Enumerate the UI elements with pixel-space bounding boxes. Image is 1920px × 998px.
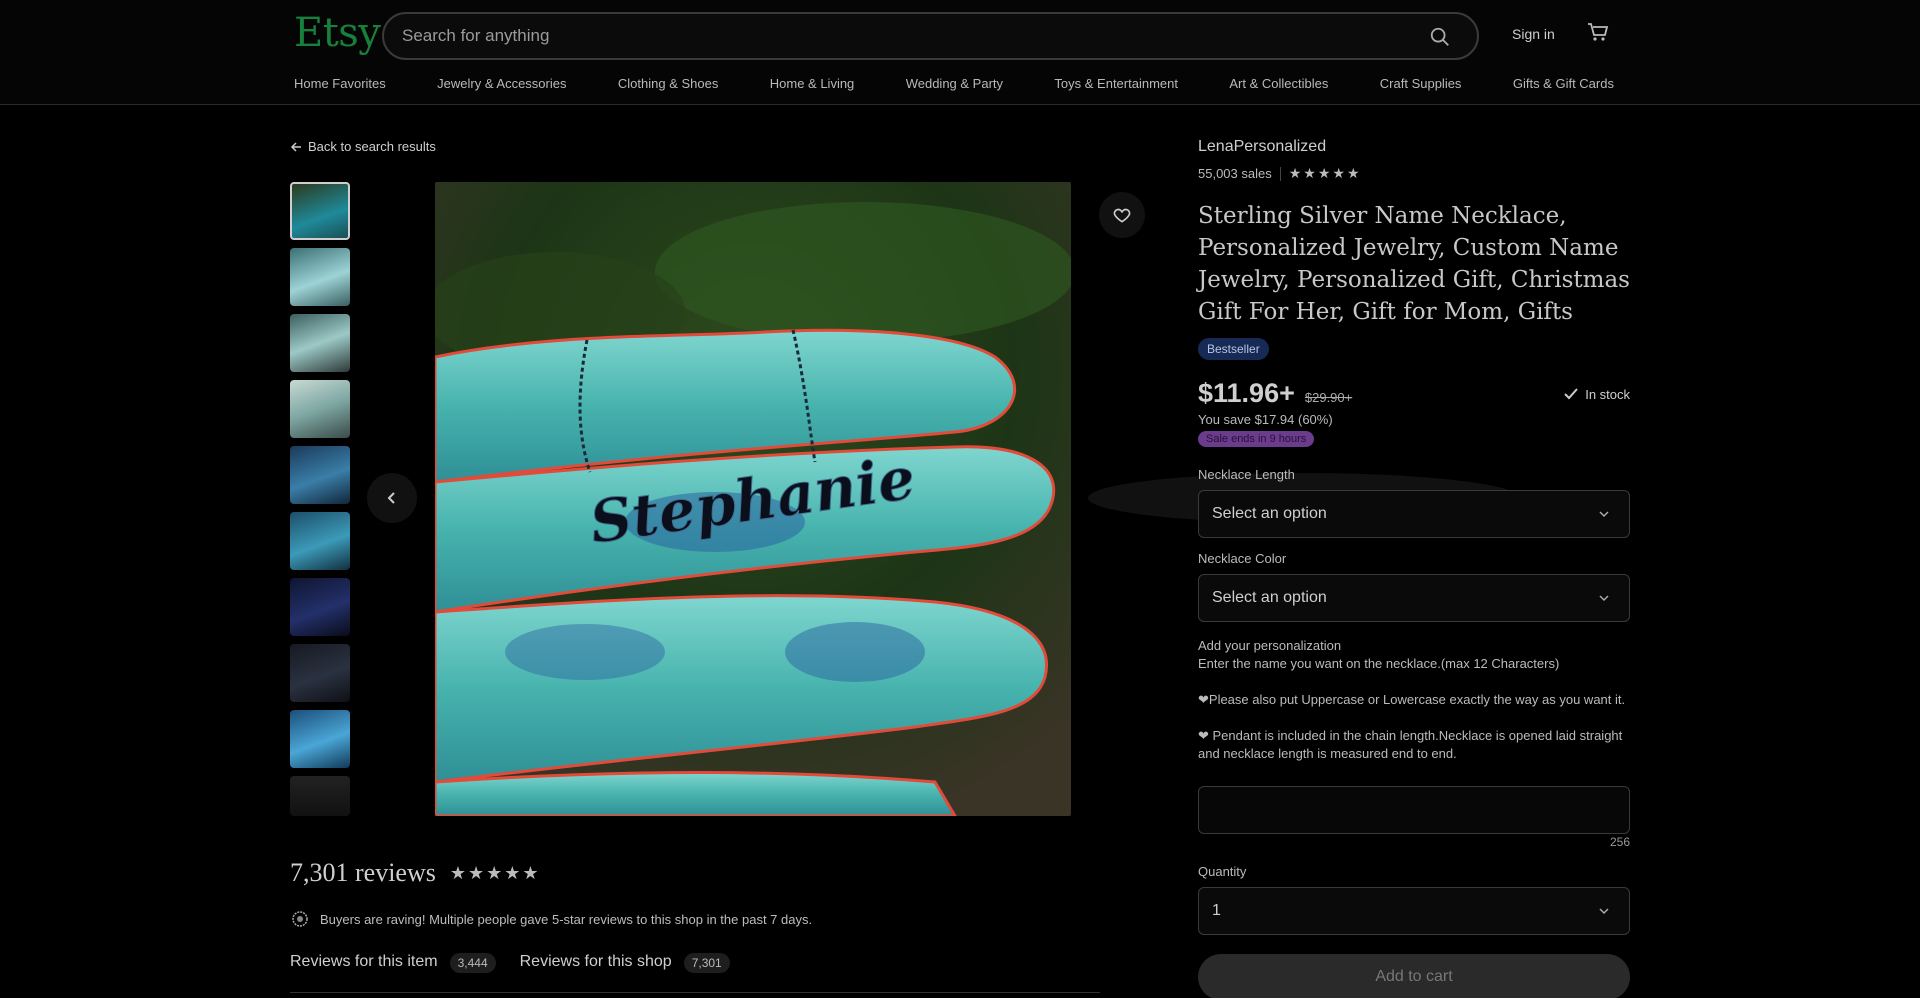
quantity-label: Quantity <box>1198 864 1247 879</box>
shop-sales: 55,003 sales ★★★★★ <box>1198 165 1362 182</box>
chevron-down-icon <box>1599 908 1609 915</box>
nav-home-favorites[interactable]: Home Favorites <box>294 76 386 96</box>
bestseller-badge: Bestseller <box>1198 338 1269 360</box>
tab-reviews-item-count: 3,444 <box>449 953 496 973</box>
stock-text: In stock <box>1585 386 1630 402</box>
listing-title: Sterling Silver Name Necklace, Personali… <box>1198 203 1630 325</box>
sale-timer-badge: Sale ends in 9 hours <box>1198 431 1315 447</box>
nav-jewelry[interactable]: Jewelry & Accessories <box>437 76 566 96</box>
thumbnail[interactable] <box>290 512 350 570</box>
category-nav: Home Favorites Jewelry & Accessories Clo… <box>294 76 1614 96</box>
search-input[interactable] <box>402 24 1382 48</box>
thumbnail[interactable] <box>290 446 350 504</box>
search-icon[interactable] <box>1429 26 1451 48</box>
prev-image-button[interactable] <box>367 473 417 523</box>
nav-gifts[interactable]: Gifts & Gift Cards <box>1513 76 1614 96</box>
search-bar[interactable] <box>382 12 1479 60</box>
stock-status: In stock <box>1563 386 1630 402</box>
necklace-color-value: Select an option <box>1212 589 1327 606</box>
tab-reviews-item[interactable]: Reviews for this item 3,444 <box>290 953 496 992</box>
chevron-down-icon <box>1599 595 1609 602</box>
divider <box>1279 166 1281 181</box>
current-price: $11.96+ <box>1198 378 1295 408</box>
savings-text: You save $17.94 (60%) <box>1198 412 1333 427</box>
necklace-color-label: Necklace Color <box>1198 551 1287 566</box>
buyers-raving-note: Buyers are raving! Multiple people gave … <box>290 909 812 929</box>
personalization-line-2: ❤Please also put Uppercase or Lowercase … <box>1198 692 1626 707</box>
char-counter: 256 <box>1609 835 1630 849</box>
necklace-length-label: Necklace Length <box>1198 467 1295 482</box>
thumbnail[interactable] <box>290 182 350 240</box>
cart-icon[interactable] <box>1586 20 1610 44</box>
check-icon <box>1564 388 1578 400</box>
personalization-textarea[interactable] <box>1198 786 1630 834</box>
quantity-value: 1 <box>1212 902 1221 919</box>
badge-icon <box>292 911 308 927</box>
personalization-line-3: ❤ Pendant is included in the chain lengt… <box>1198 728 1623 761</box>
sales-count: 55,003 sales <box>1198 166 1272 181</box>
tab-reviews-shop[interactable]: Reviews for this shop 7,301 <box>520 953 730 992</box>
thumbnail[interactable] <box>290 776 350 816</box>
personalization-instructions: Add your personalization Enter the name … <box>1198 637 1630 781</box>
thumbnail[interactable] <box>290 314 350 372</box>
nav-wedding[interactable]: Wedding & Party <box>906 76 1003 96</box>
raving-text: Buyers are raving! Multiple people gave … <box>320 911 813 927</box>
shop-rating-stars: ★★★★★ <box>1288 165 1362 181</box>
necklace-length-value: Select an option <box>1212 505 1327 522</box>
necklace-color-select[interactable]: Select an option <box>1198 574 1630 622</box>
chevron-down-icon <box>1599 511 1609 518</box>
back-link-label: Back to search results <box>308 139 436 154</box>
nav-craft[interactable]: Craft Supplies <box>1380 76 1462 96</box>
add-to-cart-button[interactable]: Add to cart <box>1198 954 1630 998</box>
site-header: Etsy Sign in Home Favorites Jewelry & Ac… <box>0 0 1920 105</box>
favorite-button[interactable] <box>1099 192 1145 238</box>
nav-art[interactable]: Art & Collectibles <box>1229 76 1328 96</box>
personalization-line-1: Enter the name you want on the necklace.… <box>1198 656 1560 671</box>
price-block: $11.96+ $29.90+ <box>1198 378 1352 409</box>
heart-icon <box>1113 208 1131 223</box>
personalization-title: Add your personalization <box>1198 638 1342 653</box>
back-to-results-link[interactable]: Back to search results <box>290 139 436 154</box>
thumbnail[interactable] <box>290 710 350 768</box>
tab-reviews-shop-label: Reviews for this shop <box>519 953 672 970</box>
thumbnail[interactable] <box>290 248 350 306</box>
main-product-image[interactable]: Stephanie <box>435 182 1071 816</box>
nav-toys[interactable]: Toys & Entertainment <box>1054 76 1178 96</box>
reviews-header: 7,301 reviews ★★★★★ <box>290 858 541 888</box>
arrow-left-icon <box>290 141 301 152</box>
quantity-select[interactable]: 1 <box>1198 887 1630 935</box>
chevron-left-icon <box>387 492 395 504</box>
thumbnail[interactable] <box>290 380 350 438</box>
nav-clothing[interactable]: Clothing & Shoes <box>618 76 718 96</box>
shop-name-link[interactable]: LenaPersonalized <box>1198 138 1326 156</box>
thumbnail[interactable] <box>290 644 350 702</box>
necklace-length-select[interactable]: Select an option <box>1198 490 1630 538</box>
tab-reviews-item-label: Reviews for this item <box>290 953 438 970</box>
nav-home-living[interactable]: Home & Living <box>770 76 855 96</box>
sign-in-link[interactable]: Sign in <box>1512 26 1555 42</box>
reviews-tabs: Reviews for this item 3,444 Reviews for … <box>290 953 1100 993</box>
tab-reviews-shop-count: 7,301 <box>683 953 730 973</box>
reviews-count-title: 7,301 reviews <box>290 858 436 887</box>
original-price: $29.90+ <box>1304 390 1353 405</box>
reviews-stars: ★★★★★ <box>449 862 541 883</box>
etsy-logo[interactable]: Etsy <box>294 10 381 56</box>
thumbnail-strip <box>290 182 350 824</box>
product-photo: Stephanie <box>435 182 1071 816</box>
thumbnail[interactable] <box>290 578 350 636</box>
